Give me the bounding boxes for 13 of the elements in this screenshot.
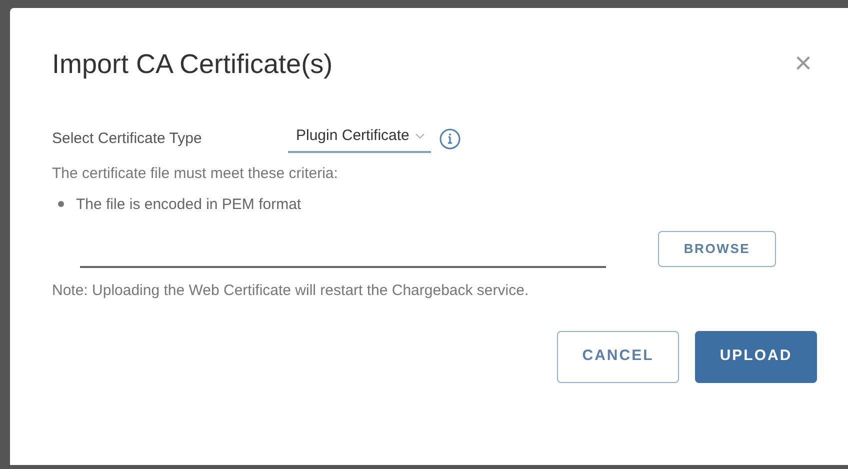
close-button[interactable]: ×: [794, 49, 812, 80]
note-text: Note: Uploading the Web Certificate will restart the Chargeback service.: [52, 281, 530, 301]
browse-button[interactable]: BROWSE: [658, 231, 776, 267]
dialog-title: Import CA Certificate(s): [52, 48, 333, 81]
info-icon[interactable]: [439, 128, 462, 150]
certificate-type-select[interactable]: Plugin Certificate: [288, 124, 432, 153]
upload-button[interactable]: UPLOAD: [695, 330, 817, 382]
criteria-item: The file is encoded in PEM format: [76, 194, 302, 214]
caret-icon: [415, 132, 426, 139]
criteria-text: The certificate file must meet these criteria:: [52, 164, 339, 184]
field-label: Select Certificate Type: [52, 128, 203, 148]
bullet-icon: [58, 200, 64, 206]
cancel-button[interactable]: CANCEL: [557, 330, 679, 382]
